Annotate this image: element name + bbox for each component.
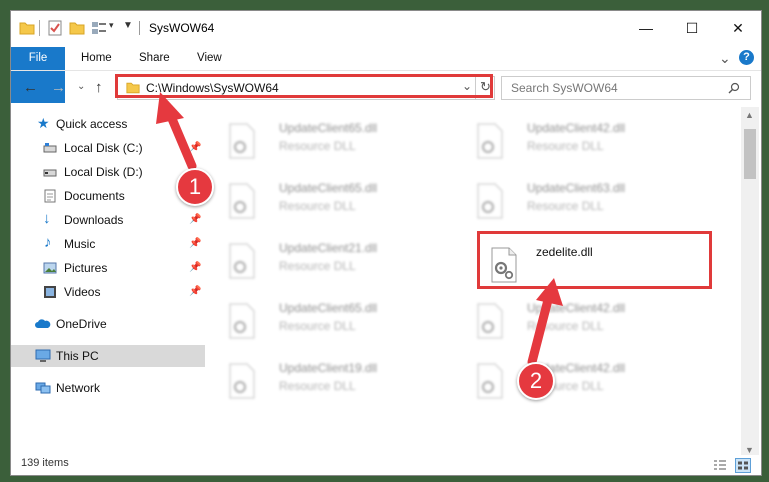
annotation-arrows (156, 92, 563, 367)
step-1-badge: 1 (176, 168, 214, 206)
step-2-badge: 2 (517, 362, 555, 400)
arrow-2-icon (527, 278, 563, 367)
arrow-1-icon (156, 92, 197, 171)
